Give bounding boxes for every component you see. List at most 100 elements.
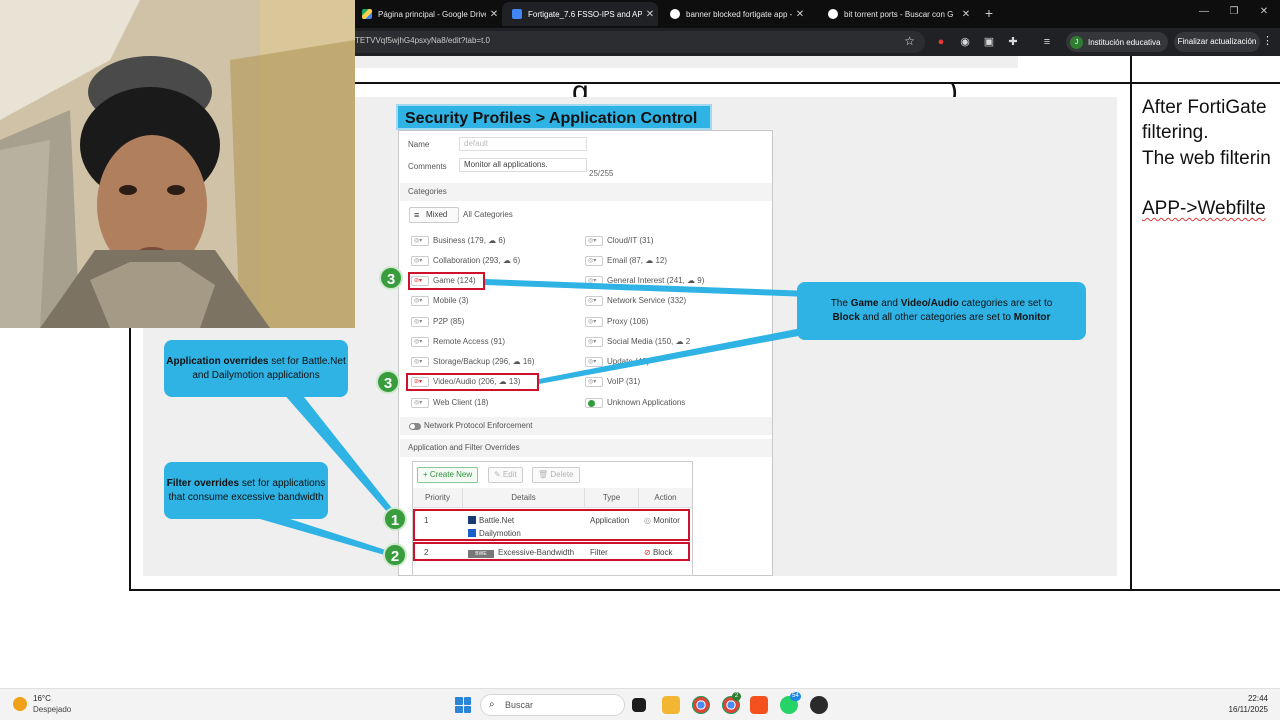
notes-line-2[interactable]: filtering. [1142, 122, 1209, 144]
category-social-media[interactable]: ◎▾ Social Media (150, ☁ 2 [583, 335, 690, 349]
profile-avatar: J [1070, 35, 1083, 49]
edit-button[interactable]: ✎ Edit [488, 467, 523, 483]
tab-title: Página principal - Google Drive [378, 9, 486, 19]
category-update[interactable]: ◎▾ Update (48) [583, 355, 649, 369]
monitor-icon[interactable]: ◎▾ [411, 398, 429, 408]
category-storage-backup[interactable]: ◎▾ Storage/Backup (296, ☁ 16) [409, 355, 534, 369]
monitor-icon[interactable]: ◎▾ [411, 317, 429, 327]
weather-condition[interactable]: Despejado [33, 705, 71, 714]
highlight-app-override [413, 509, 690, 541]
highlight-game [408, 272, 485, 290]
monitor-icon[interactable]: ◎▾ [585, 377, 603, 387]
delete-button[interactable]: 🗑 Delete [532, 467, 580, 483]
notes-line-4[interactable]: APP->Webfilte [1142, 198, 1266, 220]
close-tab-icon[interactable]: ✕ [486, 9, 502, 20]
category-voip[interactable]: ◎▾ VoIP (31) [583, 375, 640, 389]
callout-filter-overrides: Filter overrides set for applications th… [164, 462, 328, 519]
ruler-strip [355, 56, 1018, 68]
category-business[interactable]: ◎▾ Business (179, ☁ 6) [409, 234, 505, 248]
url-text[interactable]: TETVVqf5wjhG4psxyNa8/edit?tab=t.0 [355, 36, 490, 45]
tab-fortigate-doc[interactable]: Fortigate_7.6 FSSO-IPS and APP ✕ [502, 2, 658, 26]
tab-banner-search[interactable]: banner blocked fortigate app - ✕ [660, 2, 808, 26]
category-proxy[interactable]: ◎▾ Proxy (106) [583, 315, 648, 329]
taskbar-search[interactable]: ⌕ Buscar [480, 694, 625, 716]
comments-label: Comments [408, 162, 447, 171]
comments-field[interactable]: Monitor all applications. [459, 158, 587, 172]
slide-left-border [129, 328, 131, 591]
temperature[interactable]: 16°C [33, 694, 51, 703]
update-button[interactable]: Finalizar actualización [1174, 32, 1260, 52]
create-new-button[interactable]: + Create New [417, 467, 479, 483]
chrome-badge: 2 [732, 692, 741, 701]
tab-title: banner blocked fortigate app - [686, 9, 792, 19]
search-icon: ⌕ [489, 699, 495, 710]
monitor-icon[interactable]: ◎▾ [585, 236, 603, 246]
name-field[interactable]: default [459, 137, 587, 151]
chrome-icon[interactable] [692, 696, 710, 714]
weather-moon-icon[interactable] [13, 697, 27, 711]
mixed-dropdown[interactable]: Mixed [409, 207, 459, 223]
npe-toggle[interactable] [409, 423, 421, 430]
minimize-icon[interactable]: — [1196, 6, 1212, 17]
monitor-icon[interactable]: ◎▾ [411, 357, 429, 367]
category-general-interest[interactable]: ◎▾ General Interest (241, ☁ 9) [583, 274, 704, 288]
media-queue-icon[interactable]: ≡ [1040, 35, 1054, 49]
close-tab-icon[interactable]: ✕ [642, 9, 658, 20]
col-type[interactable]: Type [585, 488, 639, 508]
restore-icon[interactable]: ❐ [1226, 6, 1242, 17]
brave-icon[interactable] [750, 696, 768, 714]
monitor-icon[interactable]: ◎▾ [585, 276, 603, 286]
close-tab-icon[interactable]: ✕ [792, 9, 808, 20]
task-view-icon[interactable] [632, 698, 646, 712]
category-cloud-it[interactable]: ◎▾ Cloud/IT (31) [583, 234, 654, 248]
profile-chip[interactable]: J Institución educativa [1066, 32, 1168, 52]
monitor-icon[interactable]: ◎▾ [411, 236, 429, 246]
category-p2p[interactable]: ◎▾ P2P (85) [409, 315, 464, 329]
extension-box-icon[interactable]: ▣ [982, 35, 996, 49]
notes-line-1[interactable]: After FortiGate [1142, 97, 1267, 119]
close-tab-icon[interactable]: ✕ [958, 9, 974, 20]
callout-app-overrides: Application overrides set for Battle.Net… [164, 340, 348, 397]
col-priority[interactable]: Priority [413, 488, 463, 508]
allow-icon[interactable]: ▾ [585, 398, 603, 408]
category-collaboration[interactable]: ◎▾ Collaboration (293, ☁ 6) [409, 254, 520, 268]
close-window-icon[interactable]: ✕ [1256, 6, 1272, 17]
category-unknown-applications[interactable]: ▾ Unknown Applications [583, 396, 685, 410]
category-network-service[interactable]: ◎▾ Network Service (332) [583, 294, 686, 308]
category-mobile[interactable]: ◎▾ Mobile (3) [409, 294, 469, 308]
menu-kebab-icon[interactable]: ⋮ [1262, 34, 1273, 47]
tab-google-drive[interactable]: Página principal - Google Drive ✕ [352, 2, 502, 26]
monitor-icon[interactable]: ◎▾ [411, 256, 429, 266]
bookmark-star-icon[interactable]: ☆ [904, 34, 915, 48]
monitor-icon[interactable]: ◎▾ [585, 317, 603, 327]
app-icon[interactable] [810, 696, 828, 714]
search-placeholder: Buscar [505, 700, 534, 710]
col-details[interactable]: Details [463, 488, 585, 508]
clock-date[interactable]: 16/11/2025 [1229, 705, 1268, 714]
clock-time[interactable]: 22:44 [1248, 694, 1268, 703]
puzzle-icon[interactable]: ✚ [1006, 35, 1020, 49]
extension-record-icon[interactable]: ● [934, 35, 948, 49]
category-email[interactable]: ◎▾ Email (87, ☁ 12) [583, 254, 667, 268]
monitor-icon[interactable]: ◎▾ [585, 337, 603, 347]
webcam-person-image [0, 0, 355, 328]
monitor-icon[interactable]: ◎▾ [585, 357, 603, 367]
google-icon [670, 9, 680, 19]
extension-icon[interactable]: ◉ [958, 35, 972, 49]
monitor-icon[interactable]: ◎▾ [585, 296, 603, 306]
notes-line-3[interactable]: The web filterin [1142, 148, 1271, 170]
tab-bittorrent-search[interactable]: bit torrent ports - Buscar con G ✕ [818, 2, 974, 26]
category-web-client[interactable]: ◎▾ Web Client (18) [409, 396, 488, 410]
address-bar[interactable]: TETVVqf5wjhG4psxyNa8/edit?tab=t.0 ☆ [345, 31, 925, 53]
monitor-icon[interactable]: ◎▾ [411, 296, 429, 306]
slide-bottom-border [129, 589, 1280, 591]
monitor-icon[interactable]: ◎▾ [585, 256, 603, 266]
windows-start-icon[interactable] [455, 697, 471, 713]
col-action[interactable]: Action [639, 488, 692, 508]
category-remote-access[interactable]: ◎▾ Remote Access (91) [409, 335, 505, 349]
file-explorer-icon[interactable] [662, 696, 680, 714]
new-tab-icon[interactable]: + [981, 5, 997, 21]
monitor-icon[interactable]: ◎▾ [411, 337, 429, 347]
overrides-section: Application and Filter Overrides [400, 439, 772, 457]
webcam-overlay [0, 0, 355, 328]
